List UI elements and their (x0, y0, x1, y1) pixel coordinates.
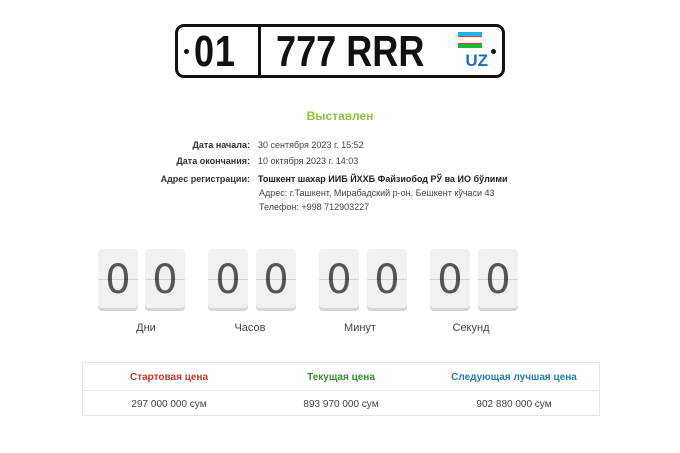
price-table: Стартовая цена Текущая цена Следующая лу… (82, 362, 600, 416)
start-date-label: Дата начала: (192, 140, 251, 150)
auction-status: Выставлен (306, 109, 374, 123)
minutes-digit-2: 0 (367, 249, 407, 311)
address-row: Адрес регистрации: Тошкент шахар ИИБ ЙХХ… (0, 174, 680, 187)
address-detail: Адрес: г.Ташкент, Мирабадский р-он, Бешк… (259, 188, 495, 198)
start-price-header: Стартовая цена (129, 372, 209, 383)
minutes-label: Минут (344, 322, 376, 334)
minutes-digit-1: 0 (319, 249, 359, 311)
phone-row: Телефон: +998 712903227 (0, 202, 680, 215)
days-digit-2: 0 (145, 249, 185, 311)
hours-digit-1: 0 (208, 249, 248, 311)
end-date-row: Дата окончания: 10 октября 2023 г. 14:03 (0, 156, 680, 169)
plate-rivet-left (184, 49, 189, 54)
plate-number: 777 RRR (276, 27, 425, 76)
flag-stripe-green (458, 44, 482, 48)
start-price-value: 297 000 000 сум (131, 399, 207, 410)
next-price-header: Следующая лучшая цена (451, 372, 577, 383)
start-date-value: 30 сентября 2023 г. 15:52 (258, 140, 364, 150)
hours-label: Часов (234, 322, 266, 334)
end-date-label: Дата окончания: (176, 156, 250, 166)
address-detail-row: Адрес: г.Ташкент, Мирабадский р-он, Бешк… (0, 188, 680, 201)
phone-value: Телефон: +998 712903227 (259, 202, 370, 212)
address-label: Адрес регистрации: (160, 174, 250, 184)
plate-region-code: 01 (194, 27, 236, 76)
hours-digit-2: 0 (256, 249, 296, 311)
address-office: Тошкент шахар ИИБ ЙХХБ Файзиобод РЎ ва И… (258, 174, 508, 184)
plate-country-code: UZ (465, 51, 488, 70)
days-digit-1: 0 (98, 249, 138, 311)
license-plate: 01 777 RRR UZ (175, 24, 505, 78)
current-price-header: Текущая цена (307, 372, 375, 383)
plate-rivet-right (491, 49, 496, 54)
seconds-label: Секунд (452, 322, 490, 334)
plate-divider (258, 27, 261, 75)
start-date-row: Дата начала: 30 сентября 2023 г. 15:52 (0, 140, 680, 153)
days-label: Дни (136, 322, 156, 334)
uzbekistan-flag-icon (458, 32, 482, 48)
price-table-divider (83, 390, 599, 391)
end-date-value: 10 октября 2023 г. 14:03 (258, 156, 359, 166)
next-price-value: 902 880 000 сум (476, 399, 552, 410)
seconds-digit-2: 0 (478, 249, 518, 311)
current-price-value: 893 970 000 сум (303, 399, 379, 410)
seconds-digit-1: 0 (430, 249, 470, 311)
